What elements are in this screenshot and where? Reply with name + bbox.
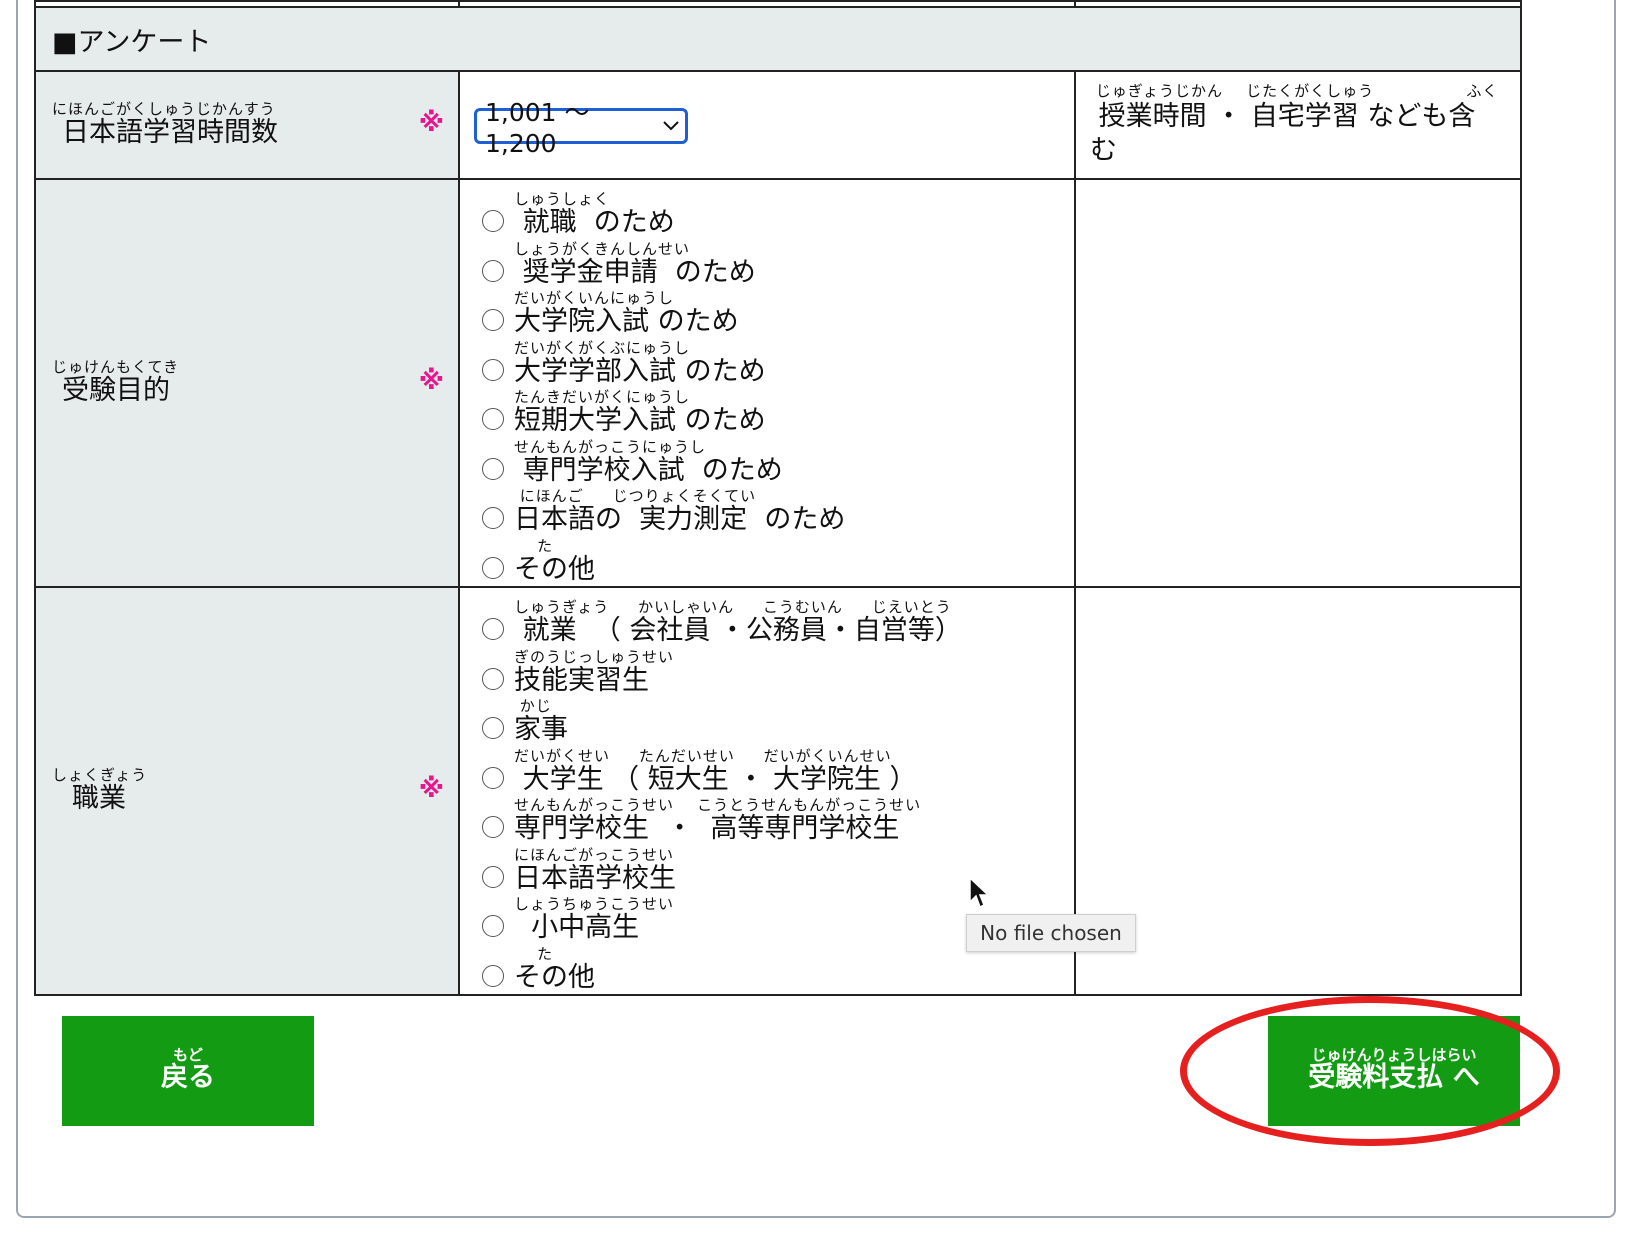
radio-button[interactable] [482, 358, 504, 381]
purpose-options: しゅうしょく 就職 のため しょうがくきんしんせい 奨学金申請 のため だいがく… [458, 178, 1076, 588]
study-hours-note-ruby: じゅぎょうじかん じたくがくしゅう ふく [1090, 82, 1499, 100]
occupation-option[interactable]: かじ 家事 [482, 697, 1074, 747]
study-hours-label: 日本語学習時間数 [62, 117, 278, 148]
occupation-option[interactable]: ぎのうじっしゅうせい 技能実習生 [482, 648, 1074, 698]
required-mark: ※ [418, 774, 444, 804]
purpose-label-ruby: じゅけんもくてき [52, 358, 180, 376]
purpose-label: 受験目的 [62, 375, 170, 406]
back-button[interactable]: もど 戻る [62, 1016, 314, 1126]
occupation-label-cell: しょくぎょう 職業 ※ [34, 586, 460, 996]
mouse-cursor-icon [969, 876, 990, 909]
occupation-note-cell [1074, 586, 1522, 996]
radio-button[interactable] [482, 210, 504, 232]
study-hours-label-cell: にほんごがくしゅうじかんすう 日本語学習時間数 ※ [34, 70, 460, 180]
required-mark: ※ [418, 108, 444, 138]
radio-button[interactable] [482, 618, 504, 640]
study-hours-select[interactable]: 1,001 〜 1,200 [474, 98, 688, 158]
study-hours-note-line1: 授業時間 ・ 自宅学習 なども含 [1090, 101, 1476, 132]
radio-button[interactable] [482, 915, 504, 937]
study-hours-note-line2: む [1090, 135, 1117, 166]
purpose-option[interactable]: だいがくいんにゅうし 大学院入試 のため [482, 289, 1074, 339]
radio-button[interactable] [482, 309, 504, 331]
survey-table: ■アンケート にほんごがくしゅうじかんすう 日本語学習時間数 ※ 1,001 〜… [34, 0, 1522, 996]
radio-button[interactable] [482, 457, 504, 480]
back-button-ruby: もど [173, 1046, 203, 1064]
purpose-option[interactable]: たその他 [482, 537, 1074, 587]
back-button-label: 戻る [161, 1062, 215, 1093]
occupation-label: 職業 [72, 783, 126, 814]
purpose-option[interactable]: せんもんがっこうにゅうし 専門学校入試 のため [482, 438, 1074, 488]
purpose-option[interactable]: しゅうしょく 就職 のため [482, 190, 1074, 240]
purpose-option[interactable]: にほんご じつりょくそくてい 日本語の 実力測定 のため [482, 487, 1074, 537]
purpose-option[interactable]: たんきだいがくにゅうし 短期大学入試 のため [482, 388, 1074, 438]
purpose-note-cell [1074, 178, 1522, 588]
occupation-label-ruby: しょくぎょう [52, 766, 148, 784]
radio-button[interactable] [482, 766, 504, 789]
purpose-label-cell: じゅけんもくてき 受験目的 ※ [34, 178, 460, 588]
radio-button[interactable] [482, 556, 504, 579]
occupation-option[interactable]: しゅうぎょう かいしゃいん こうむいん じえいとう 就業 （ 会社員 ・公務員・… [482, 598, 1074, 648]
occupation-option[interactable]: だいがくせい たんだいせい だいがくいんせい 大学生 （ 短大生 ・ 大学院生 … [482, 747, 1074, 797]
radio-button[interactable] [482, 816, 504, 838]
study-hours-note: じゅぎょうじかん じたくがくしゅう ふく 授業時間 ・ 自宅学習 なども含 む [1074, 70, 1522, 180]
radio-button[interactable] [482, 717, 504, 739]
study-hours-selected-value: 1,001 〜 1,200 [485, 98, 590, 159]
radio-button[interactable] [482, 667, 504, 690]
radio-button[interactable] [482, 259, 504, 282]
study-hours-label-ruby: にほんごがくしゅうじかんすう [52, 100, 276, 118]
purpose-option[interactable]: だいがくがくぶにゅうし 大学学部入試 のため [482, 339, 1074, 389]
occupation-option[interactable]: せんもんがっこうせい こうとうせんもんがっこうせい 専門学校生 ・ 高等専門学校生 [482, 796, 1074, 846]
radio-button[interactable] [482, 507, 504, 529]
chevron-down-icon [663, 115, 679, 136]
section-title: ■アンケート [34, 6, 1522, 72]
radio-button[interactable] [482, 408, 504, 430]
purpose-option[interactable]: しょうがくきんしんせい 奨学金申請 のため [482, 240, 1074, 290]
highlight-ellipse [1180, 996, 1560, 1146]
file-tooltip: No file chosen [966, 914, 1136, 952]
radio-button[interactable] [482, 964, 504, 987]
study-hours-input-cell: 1,001 〜 1,200 [458, 70, 1076, 180]
radio-button[interactable] [482, 865, 504, 888]
required-mark: ※ [418, 366, 444, 396]
